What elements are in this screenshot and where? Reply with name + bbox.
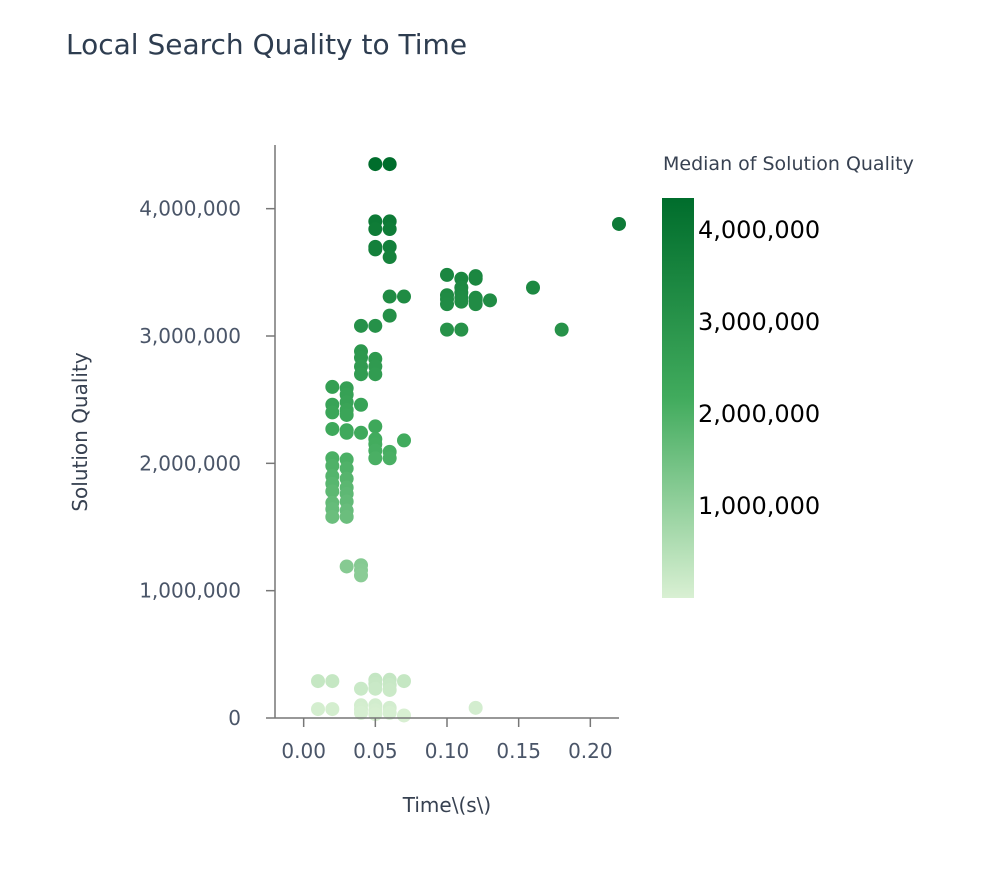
legend-tick-label: 1,000,000 [698, 492, 820, 520]
data-point [368, 242, 383, 257]
data-point [554, 322, 569, 337]
x-tick-label: 0.20 [568, 739, 613, 763]
data-point [354, 397, 368, 412]
data-point [368, 222, 383, 237]
data-point [339, 559, 354, 574]
data-point [382, 157, 397, 172]
data-point [368, 451, 383, 466]
data-point [311, 674, 325, 689]
data-point [454, 322, 469, 337]
y-tick-label: 3,000,000 [139, 324, 241, 348]
data-point [339, 407, 354, 422]
data-point [382, 682, 397, 697]
data-point [325, 405, 340, 420]
data-point [354, 367, 368, 382]
data-point [325, 674, 340, 689]
data-point [325, 509, 340, 524]
data-point [440, 267, 454, 282]
points-layer [311, 157, 626, 723]
y-tick-label: 1,000,000 [139, 579, 241, 603]
data-point [468, 700, 483, 715]
legend-tick-label: 2,000,000 [698, 400, 820, 428]
legend-title: Median of Solution Quality [663, 153, 914, 175]
data-point [440, 322, 454, 337]
data-point [612, 216, 626, 231]
data-point [325, 379, 340, 394]
data-point [397, 433, 411, 448]
scatter-chart: 0 1,000,000 2,000,000 3,000,000 4,000,000 0.0… [68, 145, 914, 817]
data-point [368, 318, 383, 333]
data-point [368, 157, 383, 172]
x-tick-label: 0.10 [425, 739, 470, 763]
data-point [382, 308, 397, 323]
data-point [454, 294, 469, 309]
x-tick-label: 0.15 [496, 739, 541, 763]
legend-color-bar [662, 198, 694, 598]
data-point [382, 222, 397, 237]
data-point [354, 681, 368, 696]
data-point [397, 708, 411, 723]
legend-tick-label: 4,000,000 [698, 216, 820, 244]
data-point [368, 367, 383, 382]
data-point [368, 681, 383, 696]
data-point [325, 702, 340, 717]
data-point [339, 509, 354, 524]
data-point [325, 421, 340, 436]
data-point [354, 318, 368, 333]
y-tick-label: 4,000,000 [139, 197, 241, 221]
legend-layer: 1,000,000 2,000,000 3,000,000 4,000,000 [698, 216, 820, 520]
data-point [468, 271, 483, 286]
data-point [339, 425, 354, 440]
data-point [311, 702, 325, 717]
data-point [440, 297, 454, 312]
data-point [468, 297, 483, 312]
x-tick-label: 0.05 [353, 739, 398, 763]
data-point [397, 289, 411, 304]
x-tick-label: 0.00 [281, 739, 326, 763]
data-point [397, 674, 411, 689]
data-point [382, 250, 397, 265]
data-point [382, 289, 397, 304]
data-point [368, 419, 383, 434]
y-axis-title: Solution Quality [68, 352, 92, 511]
data-point [354, 568, 368, 583]
data-point [526, 280, 540, 295]
data-point [354, 425, 368, 440]
data-point [483, 293, 497, 308]
legend-tick-label: 3,000,000 [698, 308, 820, 336]
data-point [382, 451, 397, 466]
y-tick-label: 0 [228, 706, 241, 730]
y-tick-label: 2,000,000 [139, 451, 241, 475]
x-axis-title: Time\(s\) [402, 793, 491, 817]
